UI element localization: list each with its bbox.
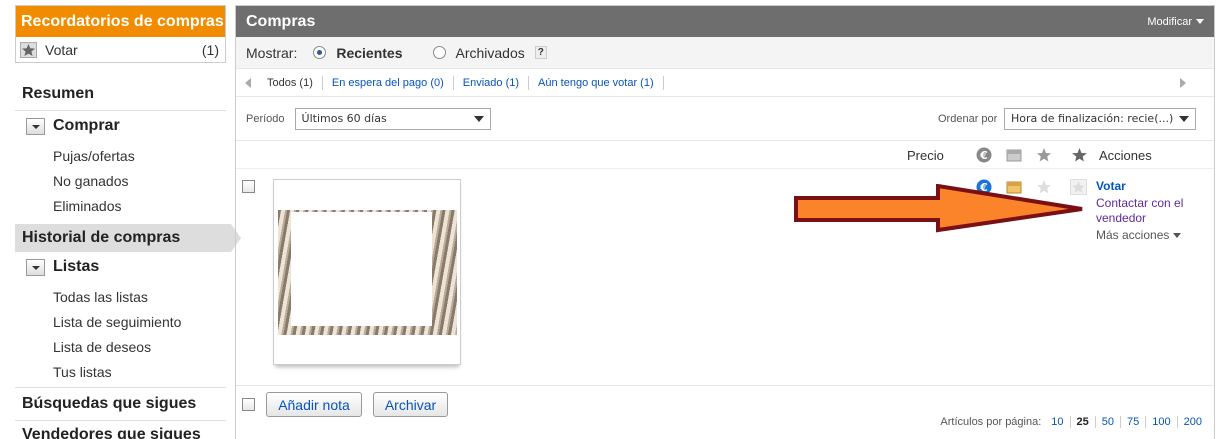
archived-label: Archivados (455, 44, 525, 61)
vote-link[interactable]: Votar (1096, 179, 1206, 194)
period-value: Últimos 60 días (301, 112, 387, 125)
divider (15, 420, 226, 421)
sidebar-item-bids[interactable]: Pujas/ofertas (53, 148, 135, 164)
per-page-selector: Artículos por página: 10 25 50 75 100 20… (934, 416, 1208, 428)
period-sort-row: Período Últimos 60 días Ordenar por Hora… (236, 97, 1214, 141)
sidebar-item-deleted[interactable]: Eliminados (53, 198, 121, 214)
star-icon (1037, 148, 1051, 162)
purchase-history-label: Historial de compras (22, 229, 181, 246)
panel-header: Compras Modificar (236, 6, 1214, 37)
per-page-100[interactable]: 100 (1146, 416, 1178, 428)
per-page-200[interactable]: 200 (1178, 416, 1208, 428)
svg-text:€: € (979, 149, 988, 162)
purchase-reminders-box: Recordatorios de compras Votar (1) (15, 5, 226, 63)
euro-icon: € (976, 147, 992, 163)
per-page-label: Artículos por página: (940, 416, 1042, 428)
help-icon[interactable]: ? (534, 46, 547, 59)
show-filter-row: Mostrar: Recientes Archivados ? (236, 37, 1214, 69)
package-icon (1006, 149, 1022, 162)
panel-title: Compras (246, 12, 316, 30)
per-page-50[interactable]: 50 (1096, 416, 1122, 428)
sidebar: Recordatorios de compras Votar (1) Resum… (0, 0, 241, 439)
more-actions-menu[interactable]: Más acciones (1096, 228, 1206, 243)
per-page-75[interactable]: 75 (1121, 416, 1147, 428)
followed-sellers-link[interactable]: Vendedores que sigues (22, 426, 201, 439)
item-thumbnail[interactable] (273, 179, 461, 365)
chevron-down-icon (473, 115, 484, 122)
reminders-title: Recordatorios de compras (16, 6, 225, 37)
sidebar-item-your-lists[interactable]: Tus listas (53, 364, 112, 380)
chevron-down-icon (1179, 115, 1189, 122)
chevron-down-icon (1196, 19, 1204, 24)
scroll-right-icon[interactable] (1180, 78, 1186, 88)
reminder-vote-label: Votar (45, 41, 78, 58)
archive-button[interactable]: Archivar (373, 392, 448, 417)
lists-group-label: Listas (53, 258, 100, 275)
item-image (278, 210, 457, 335)
collapse-toggle-icon[interactable] (26, 117, 45, 135)
period-label: Período (246, 112, 285, 125)
status-tabs: Todos (1) En espera del pago (0) Enviado… (236, 69, 1214, 97)
scroll-left-icon[interactable] (245, 77, 251, 88)
reminder-vote-count: (1) (201, 41, 219, 58)
period-select[interactable]: Últimos 60 días (294, 107, 491, 130)
chevron-down-icon (1173, 233, 1182, 238)
saved-searches-link[interactable]: Búsquedas que sigues (22, 395, 196, 413)
per-page-25[interactable]: 25 (1071, 416, 1096, 428)
sort-label: Ordenar por (938, 112, 998, 125)
lists-group-heading[interactable]: Listas (26, 258, 99, 276)
tab-shipped[interactable]: Enviado (1) (454, 75, 530, 90)
star-badge-icon (20, 41, 37, 58)
buy-group-label: Comprar (53, 117, 120, 134)
image-redaction (291, 212, 432, 326)
tab-awaiting-payment[interactable]: En espera del pago (0) (323, 75, 454, 90)
actions-column-header: Acciones (1099, 148, 1152, 163)
tab-to-vote[interactable]: Aún tengo que votar (1) (529, 75, 664, 90)
more-actions-label: Más acciones (1096, 228, 1170, 242)
summary-link[interactable]: Resumen (22, 85, 94, 103)
sidebar-item-wish-list[interactable]: Lista de deseos (53, 339, 151, 355)
sort-value: Hora de finalización: recie(...) (1011, 112, 1174, 125)
sidebar-item-purchase-history[interactable]: Historial de compras (15, 224, 241, 252)
sort-select[interactable]: Hora de finalización: recie(...) (1004, 107, 1196, 130)
divider (15, 110, 226, 111)
modify-label: Modificar (1147, 15, 1192, 28)
add-note-button[interactable]: Añadir nota (266, 392, 362, 417)
collapse-toggle-icon[interactable] (26, 258, 45, 276)
contact-seller-link[interactable]: Contactar con el vendedor (1096, 196, 1206, 226)
item-actions: Votar Contactar con el vendedor Más acci… (1096, 179, 1206, 243)
select-all-checkbox[interactable] (242, 398, 255, 411)
sidebar-item-not-won[interactable]: No ganados (53, 173, 129, 189)
sidebar-item-watch-list[interactable]: Lista de seguimiento (53, 314, 181, 330)
sidebar-item-all-lists[interactable]: Todas las listas (53, 289, 148, 305)
buy-group-heading[interactable]: Comprar (26, 117, 120, 135)
item-checkbox[interactable] (242, 180, 255, 193)
archived-radio[interactable] (432, 46, 446, 59)
star-badge-icon (1072, 148, 1087, 162)
reminder-vote-item[interactable]: Votar (1) (16, 37, 225, 62)
modify-menu[interactable]: Modificar (1147, 16, 1204, 28)
recent-label: Recientes (336, 44, 403, 61)
per-page-10[interactable]: 10 (1045, 416, 1071, 428)
show-label: Mostrar: (246, 44, 298, 61)
tab-all[interactable]: Todos (1) (267, 75, 323, 90)
recent-radio[interactable] (313, 46, 327, 59)
price-column-header: Precio (907, 148, 944, 163)
divider (15, 387, 226, 388)
annotation-arrow-icon (794, 184, 1083, 233)
column-headers: Precio € Acciones (236, 141, 1214, 169)
